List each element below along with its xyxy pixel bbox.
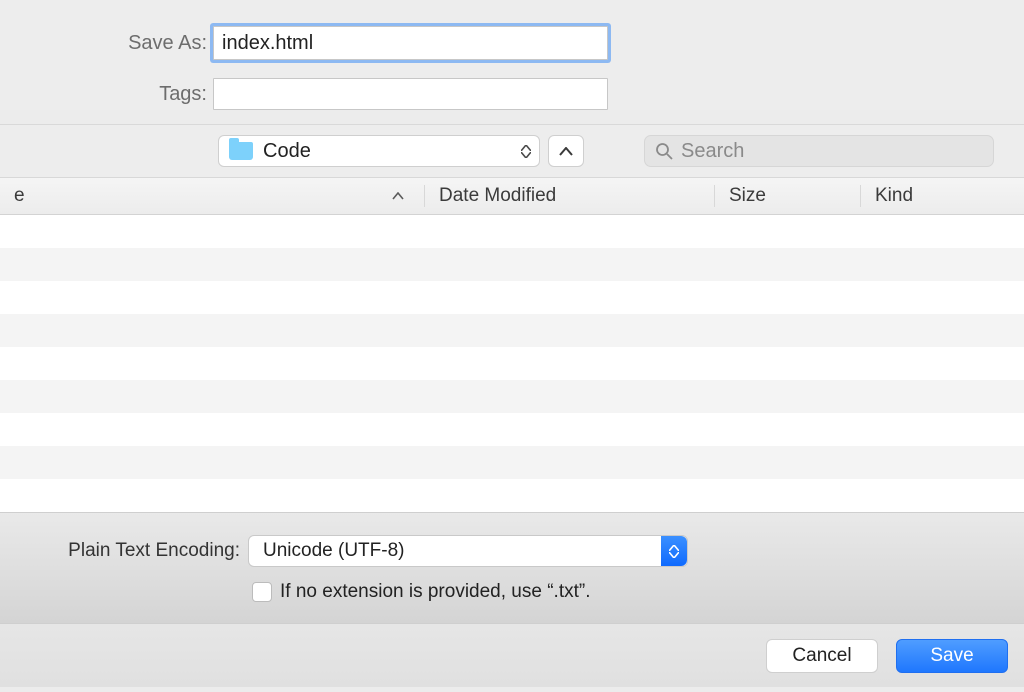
table-row [0, 281, 1024, 314]
save-as-input[interactable] [213, 26, 608, 60]
collapse-button[interactable] [548, 135, 584, 167]
dialog-actions: Cancel Save [0, 623, 1024, 687]
cancel-button[interactable]: Cancel [766, 639, 878, 673]
use-txt-extension-label: If no extension is provided, use “.txt”. [280, 581, 591, 603]
options-panel: Plain Text Encoding: Unicode (UTF-8) If … [0, 512, 1024, 623]
folder-name: Code [263, 140, 311, 163]
file-list-header: e Date Modified Size Kind [0, 177, 1024, 215]
column-date-modified[interactable]: Date Modified [424, 185, 714, 207]
folder-dropdown[interactable]: Code [218, 135, 540, 167]
encoding-label: Plain Text Encoding: [0, 540, 248, 562]
table-row [0, 347, 1024, 380]
search-icon [655, 142, 673, 160]
save-button[interactable]: Save [896, 639, 1008, 673]
encoding-value: Unicode (UTF-8) [263, 540, 404, 562]
table-row [0, 314, 1024, 347]
table-row [0, 446, 1024, 479]
file-list-body [0, 215, 1024, 512]
location-bar: Code Search [0, 125, 1024, 177]
column-name[interactable]: e [0, 185, 424, 207]
table-row [0, 479, 1024, 512]
save-panel-top: Save As: Tags: [0, 0, 1024, 110]
column-size[interactable]: Size [714, 185, 860, 207]
table-row [0, 380, 1024, 413]
use-txt-extension-checkbox[interactable] [252, 582, 272, 602]
search-input[interactable]: Search [644, 135, 994, 167]
table-row [0, 248, 1024, 281]
tags-input[interactable] [213, 78, 608, 110]
chevron-up-icon [559, 147, 573, 156]
sort-ascending-icon [392, 192, 404, 200]
folder-icon [229, 142, 253, 160]
encoding-select[interactable]: Unicode (UTF-8) [248, 535, 688, 567]
save-as-label: Save As: [0, 32, 213, 55]
tags-label: Tags: [0, 83, 213, 106]
table-row [0, 215, 1024, 248]
search-placeholder: Search [681, 140, 744, 163]
table-row [0, 413, 1024, 446]
dropdown-stepper-icon [521, 145, 531, 158]
select-stepper-icon [661, 536, 687, 566]
column-kind[interactable]: Kind [860, 185, 1024, 207]
